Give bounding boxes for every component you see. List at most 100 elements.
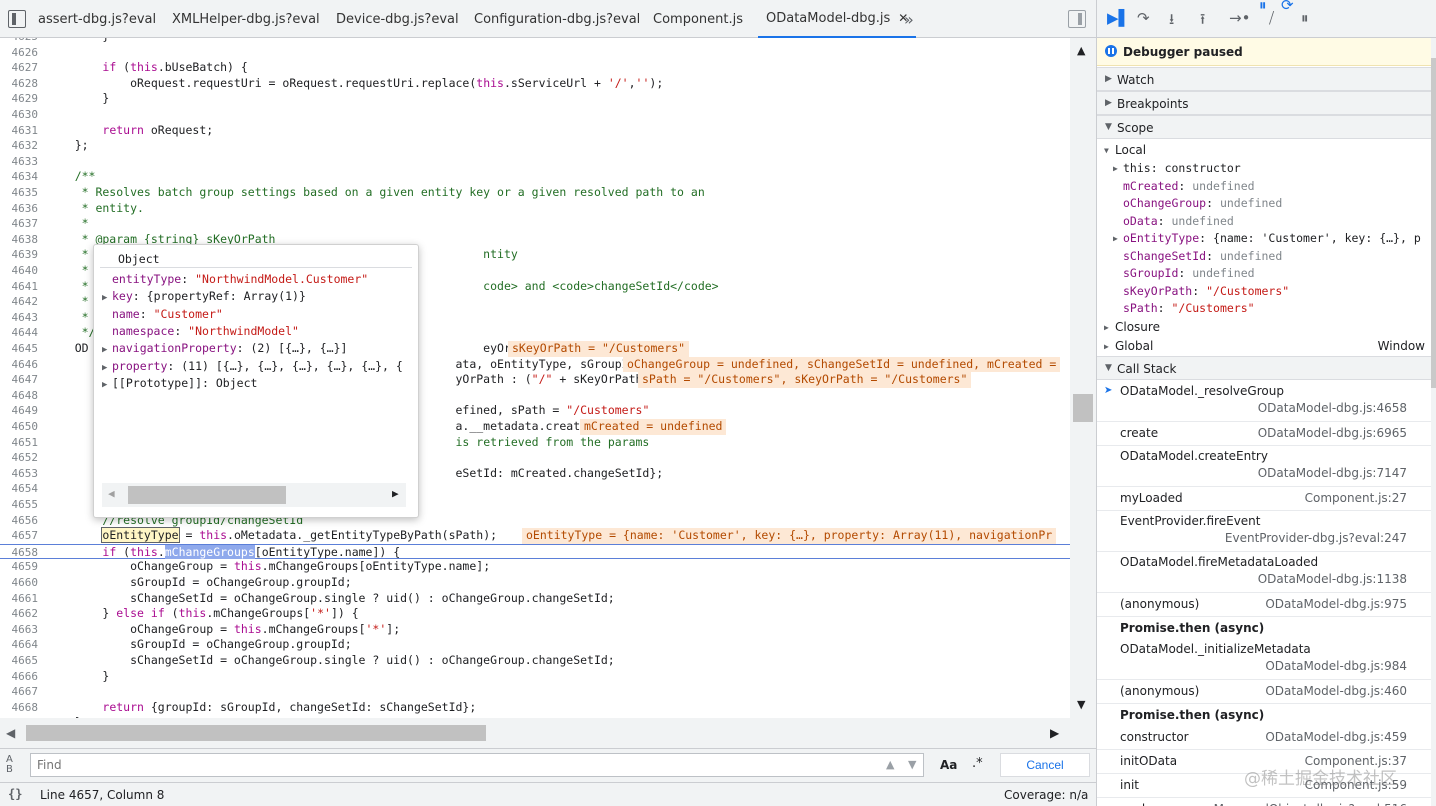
find-next-icon[interactable]: ▼ [908,758,916,771]
line-number[interactable]: 4637 [0,216,39,232]
regex-button[interactable]: .* [972,756,983,771]
line-number[interactable]: 4652 [0,450,39,466]
line-number[interactable]: 4641 [0,279,39,295]
line-number[interactable]: 4660 [0,575,39,591]
line-number[interactable]: 4644 [0,325,39,341]
expand-triangle-icon[interactable]: ▶ [1113,160,1118,178]
code-line[interactable]: 4657 oEntityType = this.oMetadata._getEn… [0,527,1070,544]
code-line[interactable]: 4660 sGroupId = oChangeGroup.groupId; [0,575,1070,591]
call-frame[interactable]: create ODataModel-dbg.js:6965 [1097,422,1431,446]
object-property-row[interactable]: ▶ key: {propertyRef: Array(1)} [102,288,306,305]
scroll-up-icon[interactable]: ▲ [1077,44,1085,57]
scroll-right-icon[interactable]: ▶ [1050,726,1059,740]
call-frame[interactable]: myLoaded Component.js:27 [1097,487,1431,511]
scope-global[interactable]: ▶ Global Window [1097,338,1431,356]
line-number[interactable]: 4655 [0,497,39,513]
line-number[interactable]: 4661 [0,591,39,607]
scope-variable[interactable]: sKeyOrPath: "/Customers" [1097,283,1431,301]
code-line[interactable]: 4634 /** [0,169,1070,185]
object-property-row[interactable]: ▶ navigationProperty: (2) [{…}, {…}] [102,340,347,357]
call-frame[interactable]: ODataModel.fireMetadataLoaded ODataModel-… [1097,552,1431,593]
scope-variable[interactable]: sPath: "/Customers" [1097,300,1431,318]
code-line[interactable]: 4661 sChangeSetId = oChangeGroup.single … [0,591,1070,607]
scroll-left-icon[interactable]: ◀ [6,726,15,740]
line-number[interactable]: 4635 [0,185,39,201]
find-previous-icon[interactable]: ▲ [886,758,894,771]
line-number[interactable]: 4666 [0,669,39,685]
scope-variable[interactable]: ▶ oEntityType: {name: 'Customer', key: {…… [1097,230,1431,248]
code-line[interactable]: 4667 [0,684,1070,700]
more-tabs-icon[interactable]: » [904,0,914,38]
pause-on-exceptions-icon[interactable]: ⏸ [1259,0,1267,14]
call-frame[interactable]: eval ManagedObject-dbg.js?eval:516 [1097,798,1431,806]
code-line[interactable]: 4636 * entity. [0,201,1070,217]
editor-horizontal-scrollbar[interactable]: ◀ ▶ [0,718,1070,748]
frame-location[interactable]: ODataModel-dbg.js:459 [1265,730,1407,744]
section-watch[interactable]: ▶ Watch [1097,67,1431,91]
line-number[interactable]: 4631 [0,123,39,139]
sidebar-vertical-scrollbar[interactable] [1431,38,1436,806]
step-into-icon[interactable]: ⭳ [1169,9,1174,34]
match-case-button[interactable]: Aa [940,758,957,772]
scope-variable[interactable]: sGroupId: undefined [1097,265,1431,283]
deactivate-breakpoints-icon[interactable]: ⧸ [1269,9,1274,27]
call-frame[interactable]: EventProvider.fireEvent EventProvider-dbg… [1097,511,1431,552]
line-number[interactable]: 4630 [0,107,39,123]
line-number[interactable]: 4643 [0,310,39,326]
frame-location[interactable]: ODataModel-dbg.js:984 [1265,659,1407,673]
step-icon[interactable]: →• [1229,9,1250,27]
frame-location[interactable]: ODataModel-dbg.js:4658 [1258,401,1407,415]
replace-toggle-icon[interactable]: AB [6,755,13,775]
code-line[interactable]: 4665 sChangeSetId = oChangeGroup.single … [0,653,1070,669]
line-number[interactable]: 4665 [0,653,39,669]
section-breakpoints[interactable]: ▶ Breakpoints [1097,91,1431,115]
line-number[interactable]: 4639 [0,247,39,263]
line-number[interactable]: 4632 [0,138,39,154]
popover-horizontal-scrollbar[interactable]: ◀ ▶ [102,483,406,507]
resume-icon[interactable]: ▶▌ [1107,9,1130,27]
line-number[interactable]: 4667 [0,684,39,700]
frame-location[interactable]: ODataModel-dbg.js:1138 [1258,572,1407,586]
line-number[interactable]: 4626 [0,45,39,61]
toggle-debugger-sidebar-icon[interactable] [1068,10,1086,28]
object-property-row[interactable]: ▶ property: (11) [{…}, {…}, {…}, {…}, {…}… [102,358,403,375]
frame-location[interactable]: ODataModel-dbg.js:975 [1265,597,1407,611]
scroll-right-icon[interactable]: ▶ [392,487,399,500]
line-number[interactable]: 4638 [0,232,39,248]
frame-location[interactable]: ODataModel-dbg.js:6965 [1258,426,1407,440]
code-line[interactable]: 4629 } [0,91,1070,107]
line-number[interactable]: 4664 [0,637,39,653]
toggle-navigator-icon[interactable] [8,10,26,28]
frame-location[interactable]: ODataModel-dbg.js:7147 [1258,466,1407,480]
expand-triangle-icon[interactable]: ▶ [1113,230,1118,248]
call-frame[interactable]: constructor ODataModel-dbg.js:459 [1097,726,1431,750]
frame-location[interactable]: ODataModel-dbg.js:460 [1265,684,1407,698]
line-number[interactable]: 4662 [0,606,39,622]
code-line[interactable]: 4633 [0,154,1070,170]
call-frame[interactable]: ODataModel._initializeMetadata ODataModel… [1097,639,1431,680]
scroll-thumb[interactable] [128,486,286,504]
code-line[interactable]: 4662 } else if (this.mChangeGroups['*'])… [0,606,1070,622]
line-number[interactable]: 4656 [0,513,39,529]
file-tab[interactable]: Device-dbg.js?eval [328,0,467,38]
line-number[interactable]: 4663 [0,622,39,638]
find-input[interactable] [30,753,924,777]
pretty-print-icon[interactable]: {} [8,787,22,801]
line-number[interactable]: 4646 [0,357,39,373]
cancel-button[interactable]: Cancel [1000,753,1090,777]
section-scope[interactable]: ▼ Scope [1097,115,1431,139]
call-frame[interactable]: ➤ ODataModel._resolveGroup ODataModel-dbg.… [1097,381,1431,422]
code-line[interactable]: 4625 } [0,38,1070,45]
code-line[interactable]: 4632 }; [0,138,1070,154]
code-line[interactable]: 4630 [0,107,1070,123]
scroll-thumb[interactable] [1431,58,1436,388]
file-tab[interactable]: Configuration-dbg.js?eval [466,0,648,38]
line-number[interactable]: 4636 [0,201,39,217]
code-line[interactable]: 4658 if (this.mChangeGroups[oEntityType.… [0,543,1070,561]
frame-location[interactable]: EventProvider-dbg.js?eval:247 [1225,531,1407,545]
scope-variable[interactable]: oChangeGroup: undefined [1097,195,1431,213]
call-frame[interactable]: ODataModel.createEntry ODataModel-dbg.js:… [1097,446,1431,487]
line-number[interactable]: 4658 [0,545,39,561]
code-line[interactable]: 4631 return oRequest; [0,123,1070,139]
editor-vertical-scrollbar[interactable]: ▲ ▼ [1070,38,1096,748]
